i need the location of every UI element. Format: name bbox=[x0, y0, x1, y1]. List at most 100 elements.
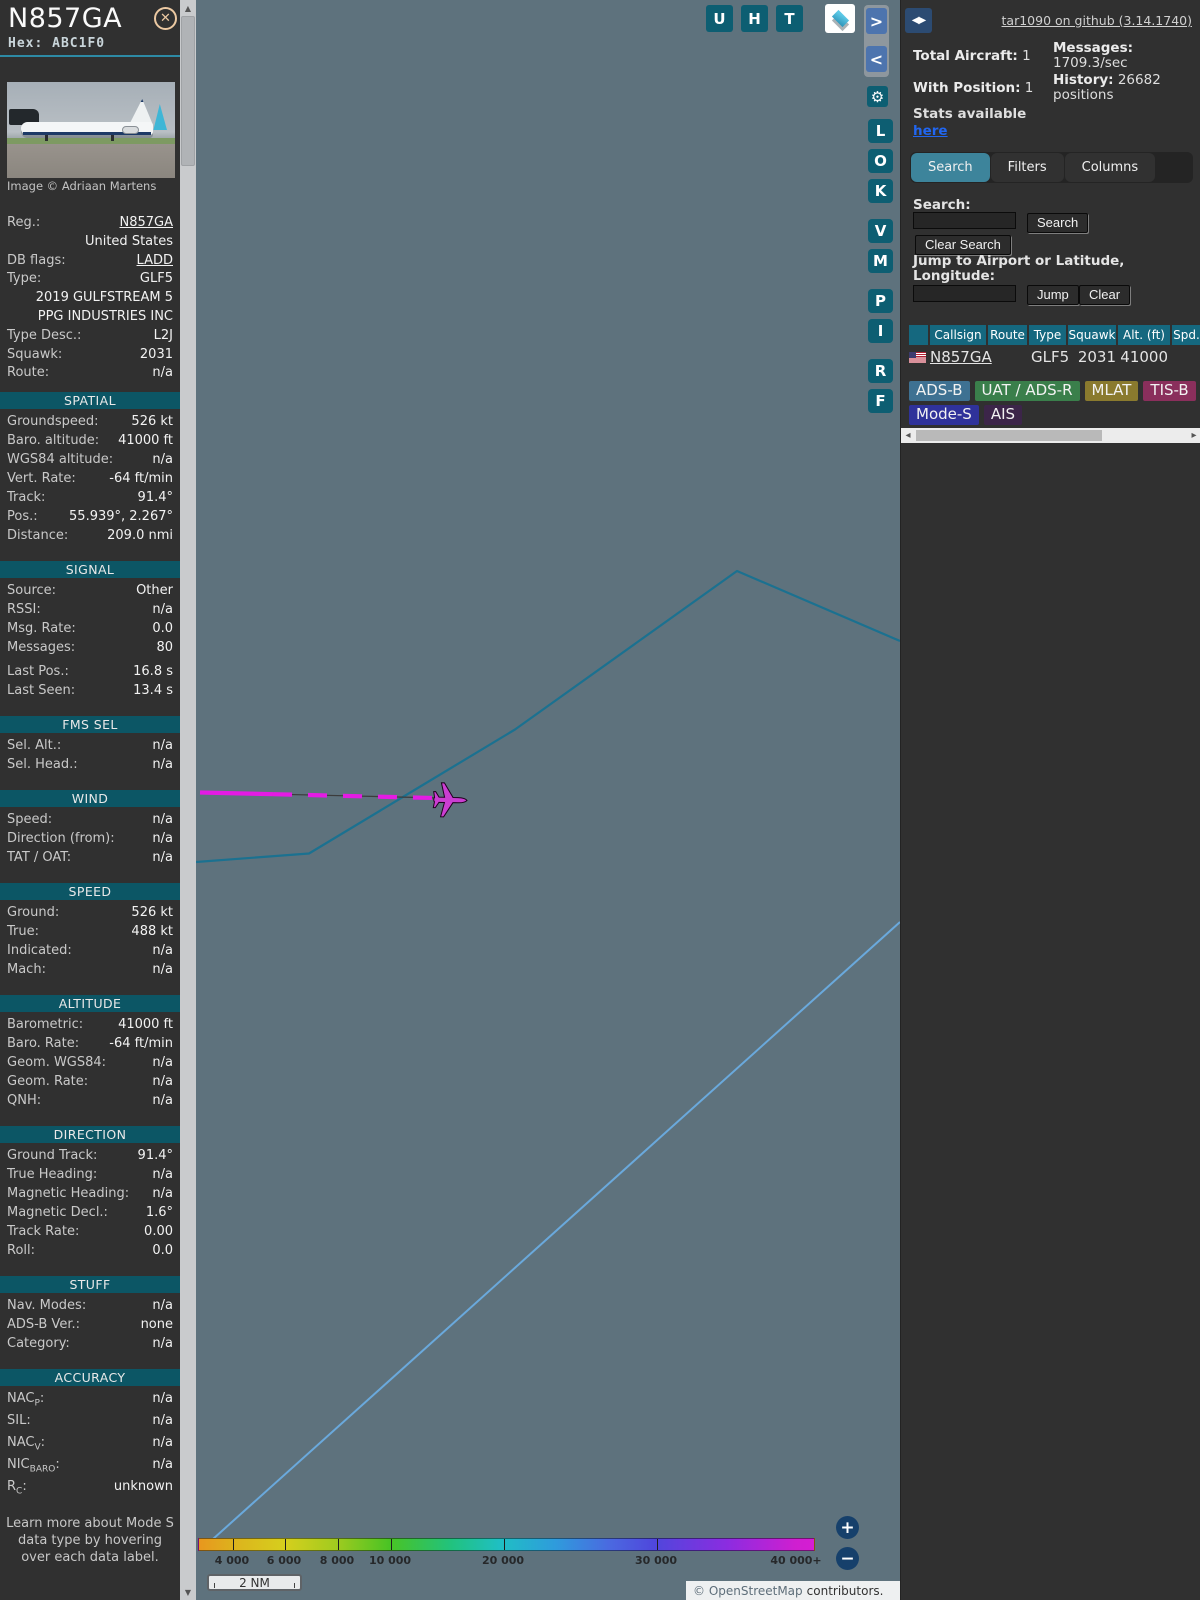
section-direction: DIRECTION Ground Track: 91.4° True Heading… bbox=[0, 1126, 180, 1262]
tab-filters[interactable]: Filters bbox=[990, 153, 1064, 182]
divider bbox=[0, 55, 180, 57]
stats-here-link[interactable]: here bbox=[913, 123, 948, 139]
map-canvas[interactable]: U H T > < ⚙ L O K V M P I R F 4 000 6 00… bbox=[196, 0, 900, 1600]
photo-gear bbox=[111, 135, 114, 141]
scroll-up-icon[interactable]: ▲ bbox=[180, 0, 196, 16]
column-header-flag[interactable] bbox=[909, 325, 928, 345]
openstreetmap-link[interactable]: © OpenStreetMap bbox=[693, 1584, 803, 1598]
map-button-k[interactable]: K bbox=[868, 179, 893, 203]
column-header-squawk[interactable]: Squawk bbox=[1068, 325, 1116, 345]
map-button-p[interactable]: P bbox=[868, 289, 893, 313]
data-row: Nav. Modes: n/a bbox=[7, 1298, 173, 1313]
photo-tarmac bbox=[7, 144, 175, 178]
section-wind: WIND Speed: n/a Direction (from): n/a TAT / … bbox=[0, 790, 180, 869]
source-badge[interactable]: AIS bbox=[983, 405, 1023, 425]
jump-clear-button[interactable]: Clear bbox=[1079, 285, 1131, 305]
map-button-o[interactable]: O bbox=[868, 149, 893, 173]
altitude-color-legend bbox=[198, 1538, 815, 1551]
source-badge[interactable]: TIS-B bbox=[1143, 381, 1196, 401]
section-header: ALTITUDE bbox=[0, 995, 180, 1012]
scrollbar-thumb[interactable] bbox=[916, 430, 1102, 441]
boundary-track-line bbox=[196, 569, 900, 864]
sidebar-sections: SPATIAL Groundspeed: 526 kt Baro. altitude… bbox=[0, 392, 180, 1566]
column-header-type[interactable]: Type bbox=[1029, 325, 1066, 345]
section-header: STUFF bbox=[0, 1276, 180, 1293]
expand-panel-button[interactable]: > bbox=[866, 8, 887, 34]
layers-button[interactable] bbox=[825, 4, 855, 33]
scale-bar-ends bbox=[214, 1583, 295, 1588]
data-row: Msg. Rate: 0.0 bbox=[7, 621, 173, 636]
db-flags-link[interactable]: LADD bbox=[137, 253, 173, 272]
data-row: Direction (from): n/a bbox=[7, 831, 173, 846]
data-row: Sel. Head.: n/a bbox=[7, 757, 173, 772]
aircraft-list-panel: ◀▶ tar1090 on github (3.14.1740) Total A… bbox=[900, 0, 1200, 1600]
map-button-i[interactable]: I bbox=[868, 319, 893, 343]
map-button-m[interactable]: M bbox=[868, 249, 893, 273]
photo-credit: Image © Adriaan Martens bbox=[7, 179, 157, 193]
tab-columns[interactable]: Columns bbox=[1064, 153, 1156, 182]
source-badge[interactable]: Mode-S bbox=[909, 405, 979, 425]
legend-label-40000: 40 000+ bbox=[770, 1554, 822, 1567]
source-badge[interactable]: ADS-B bbox=[909, 381, 970, 401]
settings-gear-icon[interactable]: ⚙ bbox=[867, 86, 888, 107]
table-horizontal-scrollbar[interactable]: ◂ ▸ bbox=[901, 428, 1200, 443]
tab-search[interactable]: Search bbox=[911, 153, 990, 182]
data-row: Geom. WGS84: n/a bbox=[7, 1055, 173, 1070]
data-row: Category: n/a bbox=[7, 1336, 173, 1351]
data-row: Messages: 80 bbox=[7, 640, 173, 655]
clear-search-button[interactable]: Clear Search bbox=[915, 235, 1011, 255]
photo-engine bbox=[122, 126, 139, 134]
search-button[interactable]: Search bbox=[1027, 213, 1089, 233]
panel-width-toggle-button[interactable]: ◀▶ bbox=[905, 8, 932, 33]
map-button-h[interactable]: H bbox=[741, 5, 768, 32]
collapse-panel-button[interactable]: < bbox=[866, 46, 887, 72]
messages-stat: Messages: 1709.3/sec bbox=[1053, 40, 1134, 71]
section-accuracy: ACCURACY NACP: n/a SIL: n/a NACV: n/a NICBARO:… bbox=[0, 1369, 180, 1501]
aircraft-row-callsign[interactable]: N857GA bbox=[930, 348, 992, 366]
scroll-left-icon[interactable]: ◂ bbox=[901, 428, 915, 443]
map-button-u[interactable]: U bbox=[706, 5, 733, 32]
aircraft-photo[interactable] bbox=[7, 82, 175, 178]
scrollbar-thumb[interactable] bbox=[181, 16, 195, 166]
aircraft-row-alt: 41000 bbox=[1120, 348, 1168, 366]
data-row: TAT / OAT: n/a bbox=[7, 850, 173, 865]
data-row: Geom. Rate: n/a bbox=[7, 1074, 173, 1089]
close-icon[interactable]: ✕ bbox=[154, 7, 177, 30]
section-speed: SPEED Ground: 526 kt True: 488 kt Indicated:… bbox=[0, 883, 180, 981]
registration-link[interactable]: N857GA bbox=[119, 215, 173, 234]
column-header-alt[interactable]: Alt. (ft) bbox=[1118, 325, 1170, 345]
legend-label-8000: 8 000 bbox=[319, 1554, 355, 1567]
sidebar-scrollbar[interactable]: ▲ ▼ bbox=[180, 0, 196, 1600]
data-row: Groundspeed: 526 kt bbox=[7, 414, 173, 429]
map-button-v[interactable]: V bbox=[868, 219, 893, 243]
map-button-r[interactable]: R bbox=[868, 359, 893, 383]
data-row: Last Pos.: 16.8 s bbox=[7, 664, 173, 679]
aircraft-row-type: GLF5 bbox=[1031, 348, 1070, 366]
data-row: Baro. Rate: -64 ft/min bbox=[7, 1036, 173, 1051]
info-row-country: United States bbox=[84, 233, 173, 249]
search-input[interactable] bbox=[913, 212, 1016, 229]
zoom-out-button[interactable]: − bbox=[836, 1547, 859, 1570]
column-header-route[interactable]: Route bbox=[988, 325, 1027, 345]
jump-input[interactable] bbox=[913, 285, 1016, 302]
us-flag-icon[interactable] bbox=[909, 352, 926, 363]
tar1090-github-link[interactable]: tar1090 on github (3.14.1740) bbox=[1002, 13, 1192, 28]
map-button-t[interactable]: T bbox=[776, 5, 803, 32]
aircraft-icon[interactable] bbox=[432, 782, 468, 818]
aircraft-hex-code: Hex: ABC1F0 bbox=[8, 36, 106, 51]
column-header-callsign[interactable]: Callsign bbox=[930, 325, 986, 345]
data-row: Baro. altitude: 41000 ft bbox=[7, 433, 173, 448]
column-header-spd[interactable]: Spd. bbox=[1172, 325, 1200, 345]
source-badge[interactable]: UAT / ADS-R bbox=[974, 381, 1080, 401]
data-row: Vert. Rate: -64 ft/min bbox=[7, 471, 173, 486]
map-button-f[interactable]: F bbox=[868, 389, 893, 413]
zoom-in-button[interactable]: + bbox=[836, 1516, 859, 1539]
scroll-right-icon[interactable]: ▸ bbox=[1187, 428, 1200, 443]
jump-button[interactable]: Jump bbox=[1027, 285, 1079, 305]
scroll-down-icon[interactable]: ▼ bbox=[180, 1584, 196, 1600]
section-altitude: ALTITUDE Barometric: 41000 ft Baro. Rate: -… bbox=[0, 995, 180, 1112]
source-badge[interactable]: MLAT bbox=[1084, 381, 1139, 401]
jump-label: Jump to Airport or Latitude, Longitude: bbox=[913, 253, 1125, 284]
map-button-l[interactable]: L bbox=[868, 119, 893, 143]
tar1090-app: N857GA ✕ Hex: ABC1F0 Image © Adriaan Mar… bbox=[0, 0, 1200, 1600]
